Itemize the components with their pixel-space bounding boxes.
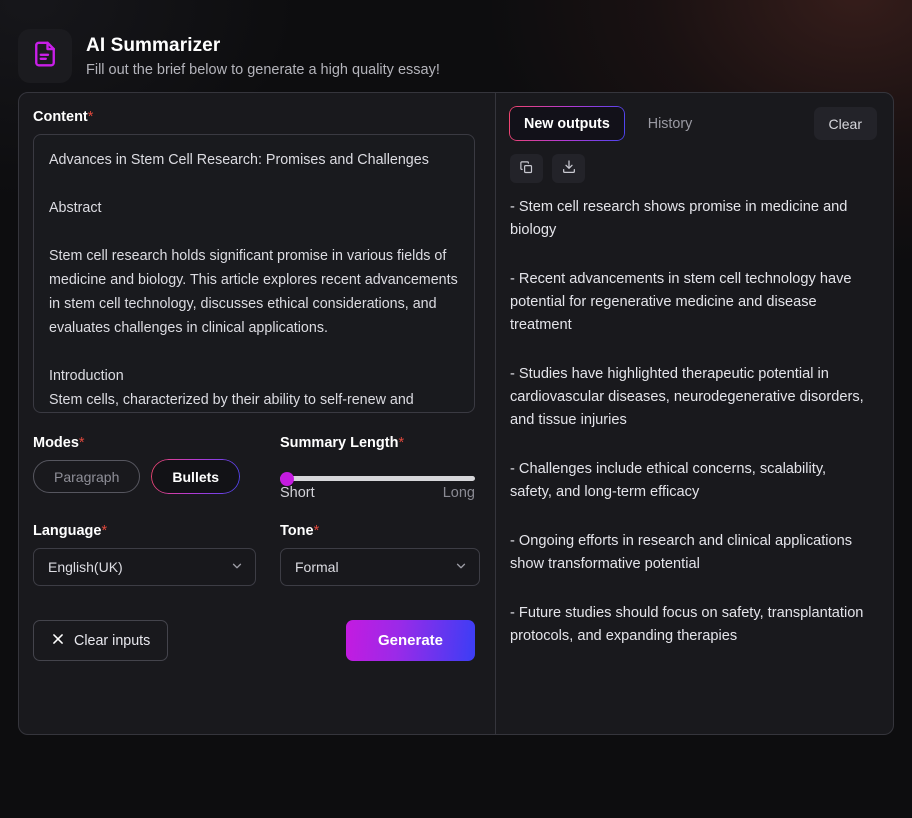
slider-end-labels: Short Long [280,485,475,501]
copy-button[interactable] [510,154,543,183]
tone-select-value: Formal [295,559,339,575]
output-bullet: - Studies have highlighted therapeutic p… [510,366,864,428]
form-actions: Clear inputs Generate [33,620,475,661]
modes-group: Modes* Paragraph Bullets [33,435,280,501]
content-textarea[interactable]: Advances in Stem Cell Research: Promises… [33,134,475,413]
output-bullet: - Ongoing efforts in research and clinic… [510,533,853,572]
page-subtitle: Fill out the brief below to generate a h… [86,61,440,78]
page-title: AI Summarizer [86,34,221,56]
download-button[interactable] [552,154,585,183]
mode-option-paragraph[interactable]: Paragraph [33,460,141,493]
app-header: AI Summarizer Fill out the brief below t… [0,0,912,92]
output-bullet: - Future studies should focus on safety,… [510,605,864,644]
output-bullet: - Recent advancements in stem cell techn… [510,271,852,333]
output-panel: New outputs History Clear - Stem cell re… [496,93,893,734]
summary-length-label: Summary Length* [280,435,405,451]
modes-pill-group: Paragraph Bullets [33,460,280,493]
required-asterisk: * [313,523,320,539]
slider-thumb[interactable] [280,471,294,486]
summary-length-group: Summary Length* Short Long [280,435,475,501]
tone-label: Tone* [280,523,320,539]
required-asterisk: * [78,435,85,451]
input-panel: Content* Advances in Stem Cell Research:… [19,93,496,734]
chevron-down-icon [454,559,468,576]
mode-option-bullets[interactable]: Bullets [152,460,240,493]
output-icon-actions [510,154,877,183]
required-asterisk: * [87,109,94,125]
required-asterisk: * [398,435,405,451]
document-icon [30,39,60,74]
slider-min-label: Short [280,485,315,501]
output-bullet: - Challenges include ethical concerns, s… [510,461,827,500]
language-label: Language* [33,523,108,539]
header-text-block: AI Summarizer Fill out the brief below t… [86,35,440,78]
content-textarea-value: Advances in Stem Cell Research: Promises… [49,152,458,408]
output-bullet: - Stem cell research shows promise in me… [510,199,848,238]
app-logo [18,29,72,83]
tab-history[interactable]: History [634,107,706,140]
download-icon [561,159,577,178]
slider-max-label: Long [442,485,475,501]
content-label: Content* [33,109,94,125]
clear-inputs-button[interactable]: Clear inputs [33,620,169,661]
copy-icon [519,160,534,178]
tone-group: Tone* Formal [280,523,480,586]
language-group: Language* English(UK) [33,523,280,586]
close-x-icon [51,632,65,650]
output-text-area: - Stem cell research shows promise in me… [510,196,877,734]
language-and-tone-row: Language* English(UK) Tone* Formal [33,523,480,586]
main-card: Content* Advances in Stem Cell Research:… [18,92,894,735]
clear-outputs-button[interactable]: Clear [813,107,877,140]
slider-track[interactable] [280,471,475,486]
tone-select[interactable]: Formal [280,548,480,586]
required-asterisk: * [101,523,108,539]
language-select-value: English(UK) [48,559,123,575]
tab-new-outputs[interactable]: New outputs [510,107,624,140]
summary-length-slider[interactable]: Short Long [280,460,475,501]
output-tabs-row: New outputs History Clear [510,107,877,140]
modes-label: Modes* [33,435,85,451]
modes-and-length-row: Modes* Paragraph Bullets Summary Length* [33,435,475,501]
app-root: AI Summarizer Fill out the brief below t… [0,0,912,735]
clear-inputs-label: Clear inputs [74,632,151,649]
chevron-down-icon [230,559,244,576]
language-select[interactable]: English(UK) [33,548,256,586]
generate-button[interactable]: Generate [346,620,475,661]
